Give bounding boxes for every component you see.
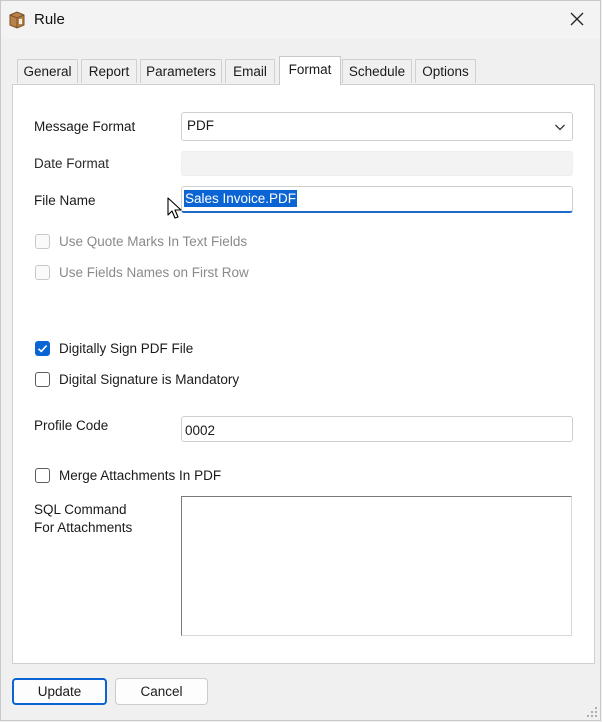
use-quote-marks-label: Use Quote Marks In Text Fields <box>59 234 248 249</box>
tab-label: Report <box>88 64 130 79</box>
message-format-value: PDF <box>187 118 214 133</box>
tab-label: Parameters <box>146 64 216 79</box>
chevron-down-icon <box>555 124 565 131</box>
title-bar: Rule <box>1 1 600 39</box>
message-format-select[interactable]: PDF <box>181 112 573 141</box>
profile-code-input[interactable]: 0002 <box>181 416 573 442</box>
signature-mandatory-checkbox[interactable] <box>35 372 50 387</box>
resize-grip-icon[interactable] <box>586 706 598 718</box>
sql-command-label-line1: SQL Command <box>34 502 127 517</box>
rule-dialog: Rule General Report Parameters Email For… <box>0 0 601 721</box>
date-format-label: Date Format <box>34 156 110 171</box>
mouse-cursor-icon <box>167 197 182 219</box>
digitally-sign-checkbox[interactable] <box>35 341 50 356</box>
merge-attachments-label: Merge Attachments In PDF <box>59 468 222 483</box>
profile-code-value: 0002 <box>185 423 216 438</box>
signature-mandatory-label: Digital Signature is Mandatory <box>59 372 240 387</box>
tab-label: Email <box>233 64 267 79</box>
checkmark-icon <box>37 345 48 353</box>
tab-report[interactable]: Report <box>81 59 137 83</box>
use-quote-marks-checkbox[interactable] <box>35 234 50 249</box>
tab-format[interactable]: Format <box>279 56 341 85</box>
close-button[interactable] <box>562 5 592 33</box>
tab-general[interactable]: General <box>17 59 78 83</box>
message-format-label: Message Format <box>34 119 136 134</box>
merge-attachments-checkbox[interactable] <box>35 468 50 483</box>
format-tab-panel: Message Format PDF Date Format File Name… <box>12 84 595 664</box>
update-button-label: Update <box>37 684 82 699</box>
update-button[interactable]: Update <box>12 678 107 705</box>
digitally-sign-label: Digitally Sign PDF File <box>59 341 194 356</box>
tab-options[interactable]: Options <box>415 59 476 83</box>
close-icon <box>570 12 584 26</box>
tab-label: General <box>23 64 72 79</box>
cancel-button-label: Cancel <box>140 684 183 699</box>
tab-label: Options <box>422 64 469 79</box>
use-field-names-label: Use Fields Names on First Row <box>59 265 249 280</box>
file-name-input[interactable]: Sales Invoice.PDF <box>181 186 573 213</box>
tab-label: Schedule <box>348 64 406 79</box>
profile-code-label: Profile Code <box>34 418 109 433</box>
file-name-value: Sales Invoice.PDF <box>184 190 298 207</box>
sql-command-textarea[interactable] <box>181 496 572 636</box>
tab-email[interactable]: Email <box>225 59 275 83</box>
tab-label: Format <box>288 62 332 77</box>
tab-schedule[interactable]: Schedule <box>342 59 412 83</box>
cancel-button[interactable]: Cancel <box>115 678 208 705</box>
sql-command-label-line2: For Attachments <box>34 520 133 535</box>
use-field-names-checkbox[interactable] <box>35 265 50 280</box>
tab-parameters[interactable]: Parameters <box>140 59 222 83</box>
app-box-icon <box>9 11 25 29</box>
date-format-field[interactable] <box>181 151 573 176</box>
file-name-label: File Name <box>34 193 96 208</box>
window-title: Rule <box>34 11 65 28</box>
